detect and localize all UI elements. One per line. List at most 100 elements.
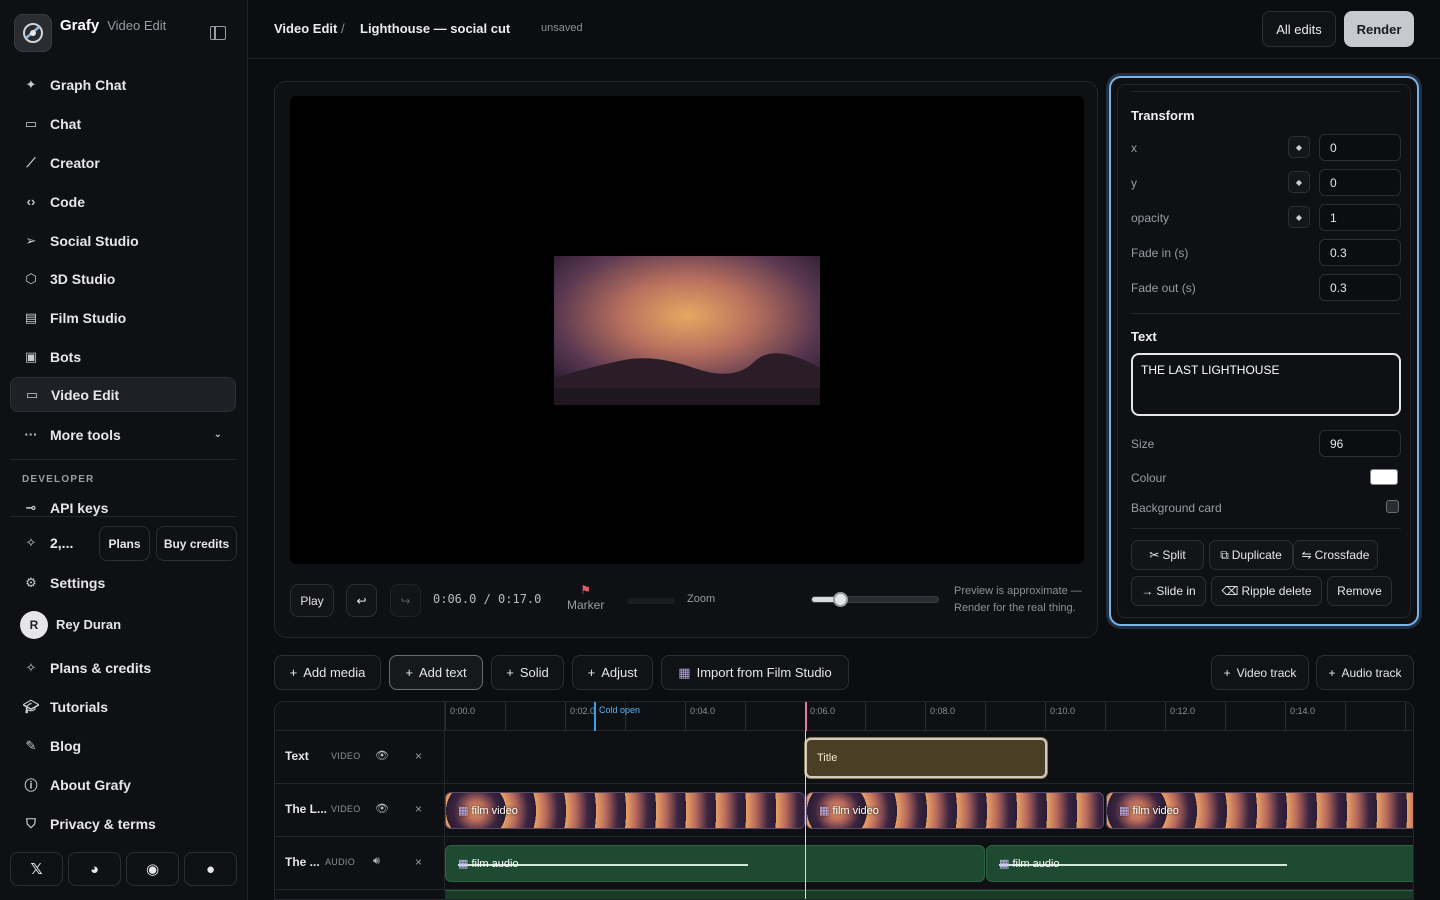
sidebar-item-graph-chat[interactable]: ✦ Graph Chat (10, 67, 236, 102)
copy-icon: ⧉ (1220, 547, 1229, 562)
slide-in-button[interactable]: → Slide in (1131, 576, 1206, 606)
split-button[interactable]: ✂ Split (1131, 540, 1204, 570)
cold-open-marker[interactable] (594, 702, 596, 731)
sidebar-item-video-edit[interactable]: ▭ Video Edit (10, 377, 236, 412)
import-film-studio-button[interactable]: ▦ Import from Film Studio (661, 655, 849, 690)
video-clip[interactable]: ▦ film video (806, 792, 1104, 829)
preview-note: Preview is approximate — Render for the … (954, 583, 1082, 617)
render-button[interactable]: Render (1344, 11, 1414, 47)
add-text-button[interactable]: + Add text (389, 655, 483, 690)
sidebar-item-about[interactable]: ⓘ About Grafy (10, 767, 236, 802)
audio-track-label: Audio track (1341, 665, 1402, 680)
opacity-field[interactable]: 1 (1319, 204, 1401, 231)
sidebar-item-api-keys[interactable]: ⊸ API keys (10, 490, 236, 525)
plans-button[interactable]: Plans (99, 526, 150, 561)
audio-clip[interactable]: ▦ film audio (445, 845, 985, 882)
track-lane-text[interactable]: Title (445, 731, 1413, 784)
sidebar-item-blog[interactable]: ✎ Blog (10, 728, 236, 763)
sidebar-item-chat[interactable]: ▭ Chat (10, 106, 236, 141)
sidebar-collapse-icon[interactable] (210, 26, 226, 40)
sidebar-item-label: More tools (50, 426, 121, 443)
add-video-track-button[interactable]: + Video track (1211, 655, 1309, 690)
sidebar-item-plans-credits[interactable]: ✧ Plans & credits (10, 650, 236, 685)
zoom-slider[interactable] (811, 592, 939, 607)
marker-label: Marker (567, 598, 605, 612)
adjust-button[interactable]: + Adjust (572, 655, 653, 690)
sidebar-item-3d-studio[interactable]: ⬡ 3D Studio (10, 261, 236, 296)
add-marker-button[interactable]: ⚑ Marker (567, 584, 604, 612)
play-button[interactable]: Play (290, 584, 334, 617)
track-lane-extra (445, 890, 1413, 899)
redo-icon[interactable]: ↪ (390, 584, 421, 617)
size-field[interactable]: 96 (1319, 430, 1401, 457)
solid-button[interactable]: + Solid (491, 655, 564, 690)
delete-track-icon[interactable]: × (415, 802, 422, 816)
sidebar-item-more-tools[interactable]: ··· More tools ⌄ (10, 417, 236, 452)
keyframe-opacity-icon[interactable]: ◆ (1288, 206, 1310, 228)
track-header-text[interactable]: Text VIDEO 👁︎ × (275, 731, 445, 784)
film-icon: ▤ (24, 309, 38, 325)
key-icon: ⊸ (25, 499, 37, 515)
background-card-checkbox[interactable] (1386, 500, 1399, 513)
video-clip[interactable]: ▦ film video (445, 792, 805, 829)
sidebar-item-code[interactable]: ‹› Code (10, 184, 236, 219)
track-lane-video[interactable]: ▦ film video ▦ film video ▦ film video (445, 784, 1413, 837)
x-field[interactable]: 0 (1319, 134, 1401, 161)
discord-icon[interactable]: ◕ (68, 852, 121, 886)
sidebar-item-label: Video Edit (51, 386, 120, 403)
ruler-corner (275, 702, 445, 731)
playhead-handle[interactable] (805, 702, 807, 731)
theme-toggle-icon[interactable]: ● (184, 852, 237, 886)
undo-icon[interactable]: ↩ (346, 584, 377, 617)
ripple-delete-button[interactable]: ⌫ Ripple delete (1211, 576, 1322, 606)
audio-clip[interactable]: ▦ film audio (986, 845, 1413, 882)
speaker-icon[interactable]: 🔊︎ (373, 855, 380, 868)
scrub-track[interactable] (627, 598, 675, 604)
video-preview[interactable] (290, 96, 1084, 564)
colour-swatch[interactable] (1370, 469, 1398, 485)
timecode: 0:06.0 / 0:17.0 (433, 592, 542, 606)
keyframe-y-icon[interactable]: ◆ (1288, 171, 1310, 193)
y-field[interactable]: 0 (1319, 169, 1401, 196)
keyframe-x-icon[interactable]: ◆ (1288, 136, 1310, 158)
github-icon[interactable]: ◉ (126, 852, 179, 886)
eye-icon[interactable]: 👁︎ (375, 802, 389, 815)
delete-track-icon[interactable]: × (415, 749, 422, 763)
duplicate-button[interactable]: ⧉ Duplicate (1209, 540, 1293, 570)
sidebar-item-label: Blog (50, 737, 82, 754)
x-icon[interactable]: 𝕏 (10, 852, 63, 886)
fade-in-field[interactable]: 0.3 (1319, 239, 1401, 266)
chat-icon: ▭ (24, 115, 38, 131)
add-audio-track-button[interactable]: + Audio track (1316, 655, 1414, 690)
track-lane-audio[interactable]: ▦ film audio ▦ film audio (445, 837, 1413, 890)
title-clip[interactable]: Title (805, 738, 1047, 778)
sidebar-item-creator[interactable]: ⟋ Creator (10, 145, 236, 180)
buy-credits-button[interactable]: Buy credits (156, 526, 237, 561)
delete-track-icon[interactable]: × (415, 855, 422, 869)
track-header-video[interactable]: The L... VIDEO 👁︎ × (275, 784, 445, 837)
sidebar-item-social-studio[interactable]: ➢ Social Studio (10, 223, 236, 258)
time-ruler[interactable]: 0:00.0 0:02.0 0:04.0 0:06.0 0:08.0 0:10.… (445, 702, 1413, 731)
sidebar-item-film-studio[interactable]: ▤ Film Studio (10, 300, 236, 335)
video-clip[interactable]: ▦ film video (1106, 792, 1413, 829)
crossfade-button[interactable]: ⇋ Crossfade (1293, 540, 1378, 570)
sidebar-item-settings[interactable]: ⚙ Settings (10, 565, 236, 600)
brand[interactable]: Grafy Video Edit (14, 14, 166, 52)
user-profile[interactable]: R Rey Duran (10, 607, 236, 642)
remove-button[interactable]: Remove (1327, 576, 1392, 606)
text-content-input[interactable]: THE LAST LIGHTHOUSE (1131, 353, 1401, 416)
track-header-audio[interactable]: The ... AUDIO 🔊︎ × (275, 837, 445, 890)
sidebar-item-tutorials[interactable]: 🎓︎ Tutorials (10, 689, 236, 724)
fade-out-field[interactable]: 0.3 (1319, 274, 1401, 301)
project-title[interactable]: Lighthouse — social cut (360, 21, 510, 36)
add-media-button[interactable]: + Add media (274, 655, 381, 690)
all-edits-button[interactable]: All edits (1262, 11, 1336, 47)
eye-icon[interactable]: 👁︎ (375, 749, 389, 762)
zoom-slider-handle[interactable] (832, 592, 848, 607)
sidebar-item-privacy[interactable]: ⛉ Privacy & terms (10, 806, 236, 841)
breadcrumb-root[interactable]: Video Edit (274, 21, 337, 36)
sidebar-item-bots[interactable]: ▣ Bots (10, 339, 236, 374)
bot-icon: ▣ (24, 348, 38, 364)
clapper-icon: ▦ (819, 805, 833, 817)
plus-icon: + (405, 665, 413, 680)
